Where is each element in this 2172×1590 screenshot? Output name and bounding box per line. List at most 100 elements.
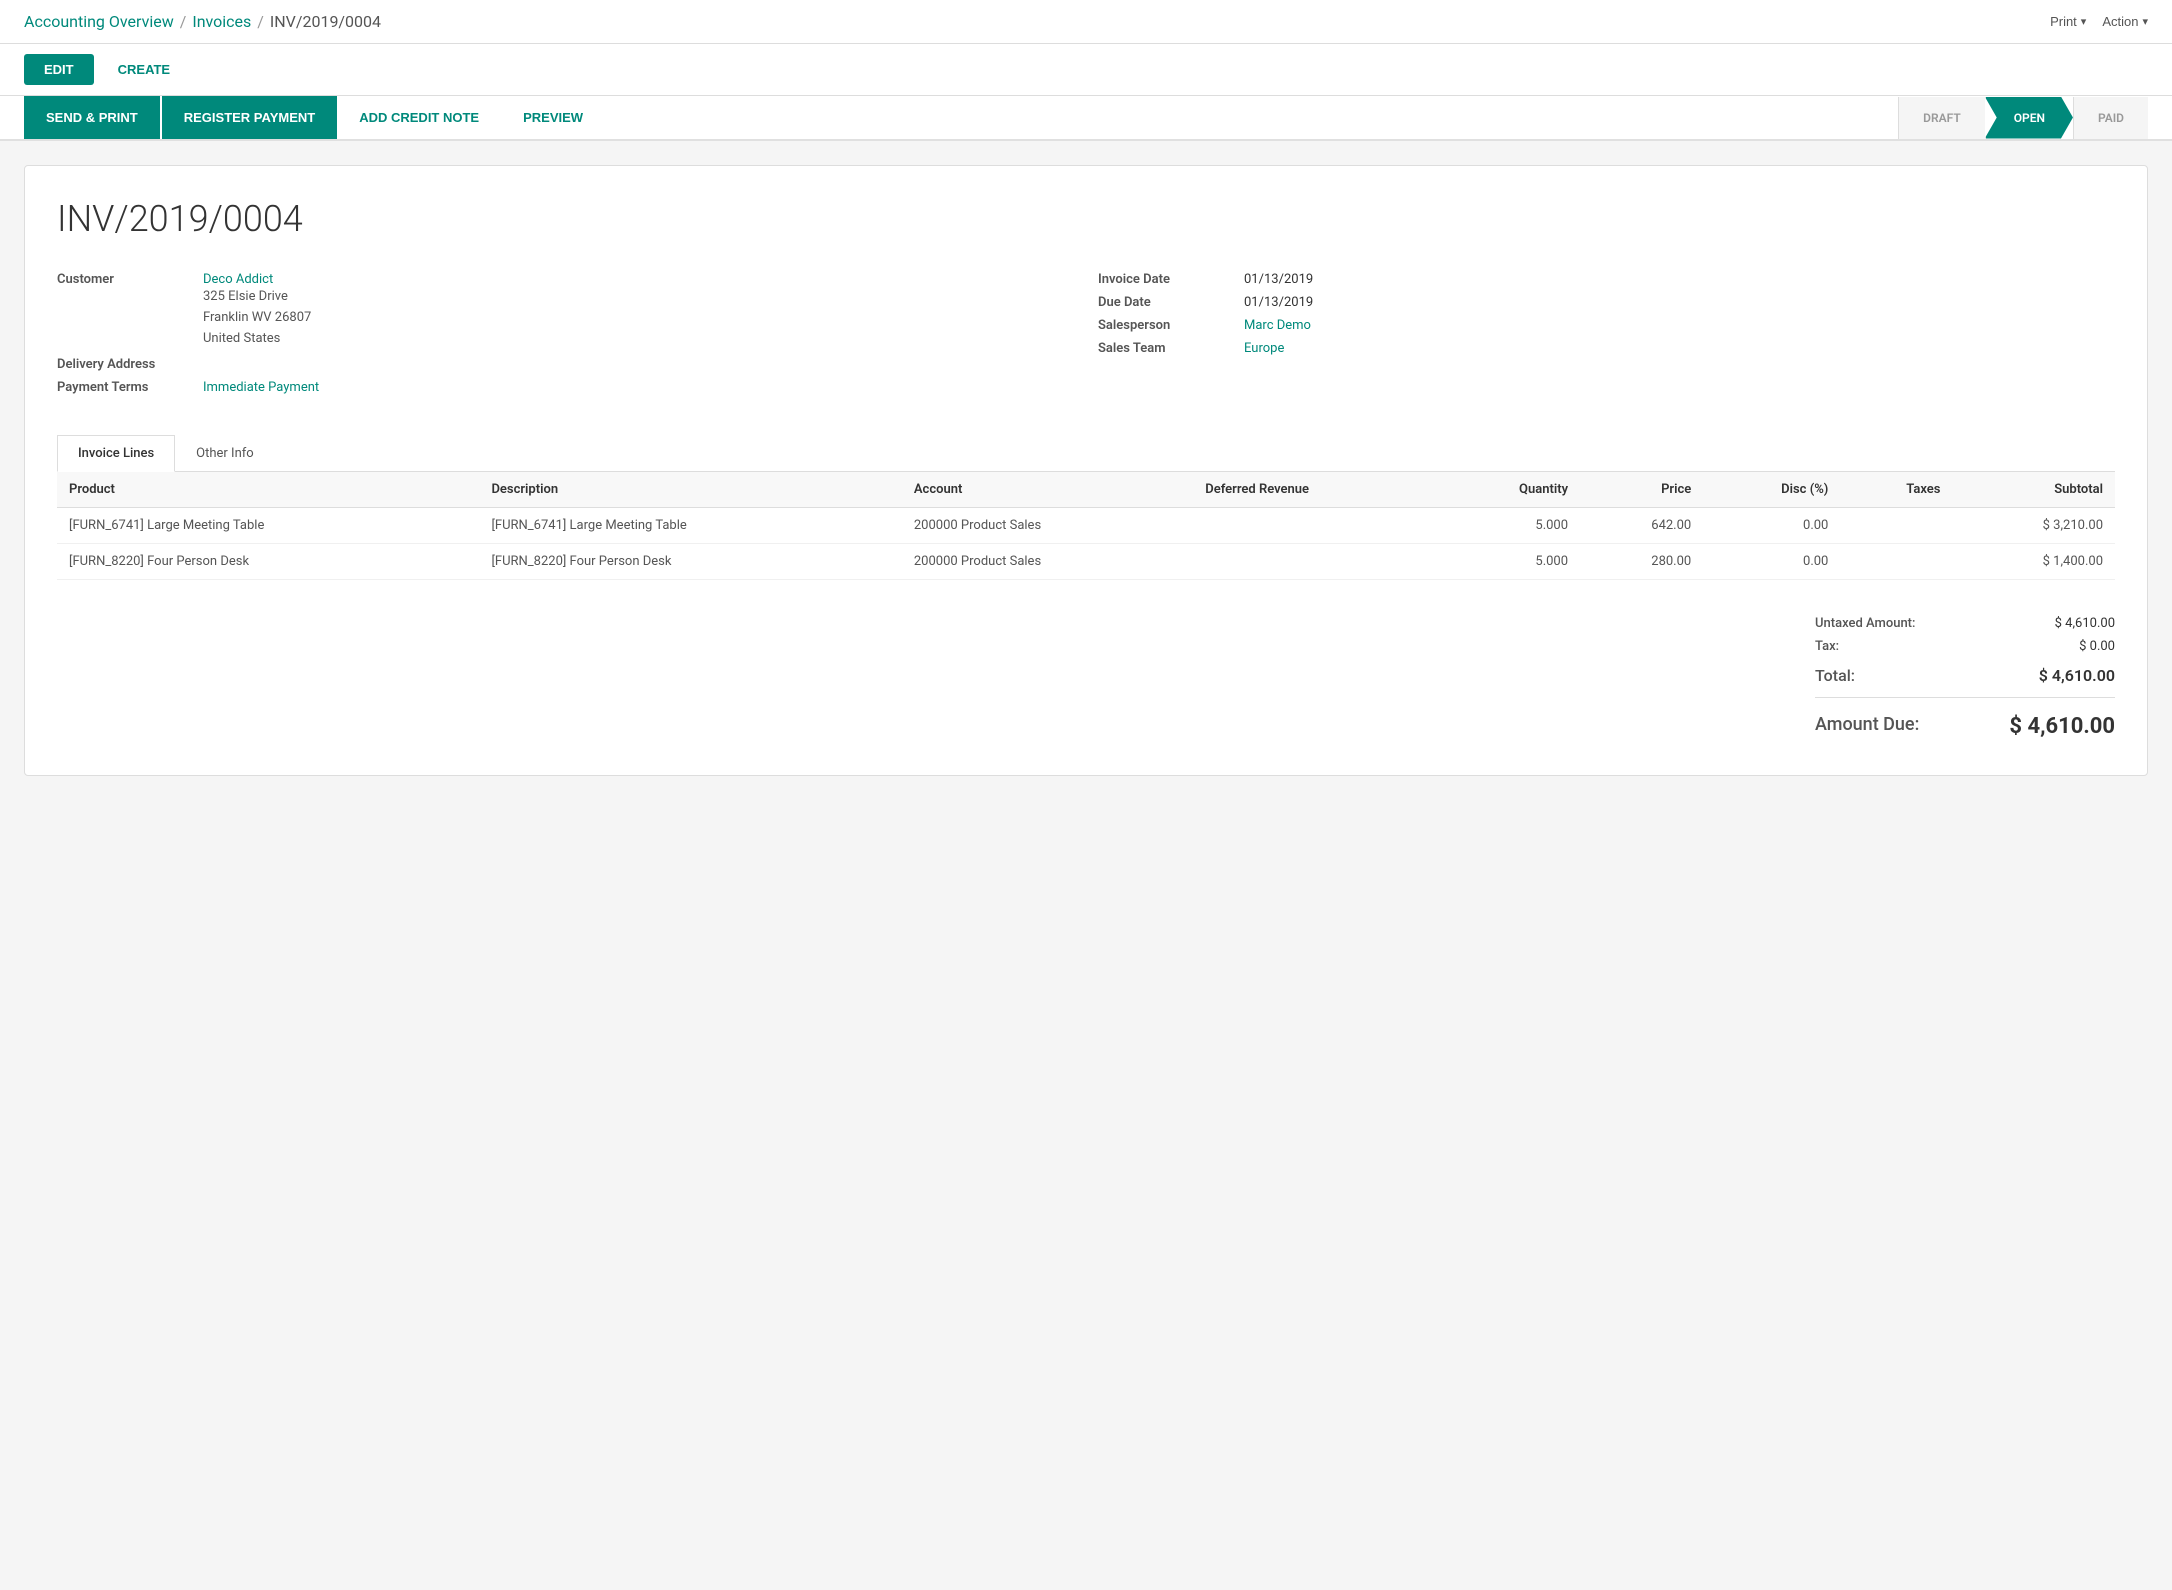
status-draft[interactable]: DRAFT: [1898, 97, 1985, 139]
cell-price: 642.00: [1580, 508, 1703, 544]
status-paid[interactable]: PAID: [2073, 97, 2148, 139]
customer-row: Customer Deco Addict 325 Elsie Drive Fra…: [57, 272, 1074, 349]
amount-due-label: Amount Due:: [1815, 714, 1919, 739]
address-line1: 325 Elsie Drive: [203, 287, 311, 308]
untaxed-label: Untaxed Amount:: [1815, 616, 1915, 631]
cell-disc: 0.00: [1703, 544, 1840, 580]
due-date-row: Due Date 01/13/2019: [1098, 295, 2115, 310]
cell-deferred_revenue: [1193, 508, 1439, 544]
right-details: Invoice Date 01/13/2019 Due Date 01/13/2…: [1098, 272, 2115, 403]
col-account: Account: [902, 472, 1193, 508]
sales-team-value[interactable]: Europe: [1244, 341, 1284, 356]
tab-other-info[interactable]: Other Info: [175, 435, 275, 471]
cell-disc: 0.00: [1703, 508, 1840, 544]
right-actions: Print Action: [2050, 14, 2148, 29]
action-button[interactable]: Action: [2102, 14, 2148, 29]
invoice-number: INV/2019/0004: [57, 198, 2115, 240]
toolbar: EDIT CREATE: [0, 44, 2172, 96]
col-price: Price: [1580, 472, 1703, 508]
cell-account: 200000 Product Sales: [902, 508, 1193, 544]
untaxed-value: $ 4,610.00: [2055, 616, 2115, 631]
amount-due-row: Amount Due: $ 4,610.00: [1815, 697, 2115, 743]
cell-subtotal: $ 3,210.00: [1952, 508, 2115, 544]
col-disc: Disc (%): [1703, 472, 1840, 508]
salesperson-row: Salesperson Marc Demo: [1098, 318, 2115, 333]
delivery-row: Delivery Address: [57, 357, 1074, 372]
print-button[interactable]: Print: [2050, 14, 2086, 29]
total-value: $ 4,610.00: [2039, 666, 2115, 685]
cell-subtotal: $ 1,400.00: [1952, 544, 2115, 580]
status-bar: DRAFT OPEN PAID: [1898, 97, 2148, 139]
table-header-row: Product Description Account Deferred Rev…: [57, 472, 2115, 508]
add-credit-note-button[interactable]: ADD CREDIT NOTE: [337, 96, 501, 139]
payment-terms-value[interactable]: Immediate Payment: [203, 380, 319, 395]
totals-table: Untaxed Amount: $ 4,610.00 Tax: $ 0.00 T…: [1815, 612, 2115, 743]
invoice-date-label: Invoice Date: [1098, 272, 1228, 287]
tab-invoice-lines[interactable]: Invoice Lines: [57, 435, 175, 472]
breadcrumb-invoices[interactable]: Invoices: [192, 12, 251, 31]
col-subtotal: Subtotal: [1952, 472, 2115, 508]
breadcrumb: Accounting Overview / Invoices / INV/201…: [24, 12, 381, 31]
payment-terms-row: Payment Terms Immediate Payment: [57, 380, 1074, 395]
cell-description: [FURN_8220] Four Person Desk: [479, 544, 901, 580]
customer-address: 325 Elsie Drive Franklin WV 26807 United…: [203, 287, 311, 349]
col-quantity: Quantity: [1439, 472, 1580, 508]
main-content: INV/2019/0004 Customer Deco Addict 325 E…: [0, 141, 2172, 800]
invoice-card: INV/2019/0004 Customer Deco Addict 325 E…: [24, 165, 2148, 776]
totals-section: Untaxed Amount: $ 4,610.00 Tax: $ 0.00 T…: [57, 612, 2115, 743]
sales-team-row: Sales Team Europe: [1098, 341, 2115, 356]
col-taxes: Taxes: [1840, 472, 1952, 508]
address-line2: Franklin WV 26807: [203, 308, 311, 329]
invoice-date-value: 01/13/2019: [1244, 272, 1313, 287]
address-line3: United States: [203, 329, 311, 350]
top-bar: Accounting Overview / Invoices / INV/201…: [0, 0, 2172, 44]
create-button[interactable]: CREATE: [102, 54, 186, 85]
delivery-label: Delivery Address: [57, 357, 187, 372]
due-date-value: 01/13/2019: [1244, 295, 1313, 310]
payment-terms-label: Payment Terms: [57, 380, 187, 395]
left-details: Customer Deco Addict 325 Elsie Drive Fra…: [57, 272, 1074, 403]
amount-due-value: $ 4,610.00: [2009, 714, 2115, 739]
breadcrumb-current: INV/2019/0004: [270, 12, 381, 31]
col-description: Description: [479, 472, 901, 508]
table-row: [FURN_6741] Large Meeting Table[FURN_674…: [57, 508, 2115, 544]
untaxed-row: Untaxed Amount: $ 4,610.00: [1815, 612, 2115, 635]
salesperson-label: Salesperson: [1098, 318, 1228, 333]
cell-description: [FURN_6741] Large Meeting Table: [479, 508, 901, 544]
invoice-table: Product Description Account Deferred Rev…: [57, 472, 2115, 580]
salesperson-value[interactable]: Marc Demo: [1244, 318, 1311, 333]
table-row: [FURN_8220] Four Person Desk[FURN_8220] …: [57, 544, 2115, 580]
cell-quantity: 5.000: [1439, 508, 1580, 544]
cell-quantity: 5.000: [1439, 544, 1580, 580]
breadcrumb-accounting[interactable]: Accounting Overview: [24, 12, 174, 31]
cell-taxes: [1840, 508, 1952, 544]
col-deferred-revenue: Deferred Revenue: [1193, 472, 1439, 508]
due-date-label: Due Date: [1098, 295, 1228, 310]
cell-price: 280.00: [1580, 544, 1703, 580]
total-label: Total:: [1815, 666, 1855, 685]
breadcrumb-sep2: /: [257, 12, 264, 31]
tax-row: Tax: $ 0.00: [1815, 635, 2115, 658]
cell-account: 200000 Product Sales: [902, 544, 1193, 580]
sales-team-label: Sales Team: [1098, 341, 1228, 356]
tax-value: $ 0.00: [2079, 639, 2115, 654]
tax-label: Tax:: [1815, 639, 1839, 654]
register-payment-button[interactable]: REGISTER PAYMENT: [162, 96, 337, 139]
customer-label: Customer: [57, 272, 187, 287]
edit-button[interactable]: EDIT: [24, 54, 94, 85]
invoice-details: Customer Deco Addict 325 Elsie Drive Fra…: [57, 272, 2115, 403]
tabs: Invoice Lines Other Info: [57, 435, 2115, 472]
cell-product: [FURN_8220] Four Person Desk: [57, 544, 479, 580]
breadcrumb-sep1: /: [180, 12, 187, 31]
total-row: Total: $ 4,610.00: [1815, 658, 2115, 689]
preview-button[interactable]: PREVIEW: [501, 96, 605, 139]
invoice-date-row: Invoice Date 01/13/2019: [1098, 272, 2115, 287]
cell-product: [FURN_6741] Large Meeting Table: [57, 508, 479, 544]
action-bar: SEND & PRINT REGISTER PAYMENT ADD CREDIT…: [0, 96, 2172, 141]
status-open[interactable]: OPEN: [1985, 97, 2073, 139]
cell-taxes: [1840, 544, 1952, 580]
customer-info: Deco Addict 325 Elsie Drive Franklin WV …: [203, 272, 311, 349]
customer-name[interactable]: Deco Addict: [203, 272, 311, 287]
send-print-button[interactable]: SEND & PRINT: [24, 96, 160, 139]
col-product: Product: [57, 472, 479, 508]
